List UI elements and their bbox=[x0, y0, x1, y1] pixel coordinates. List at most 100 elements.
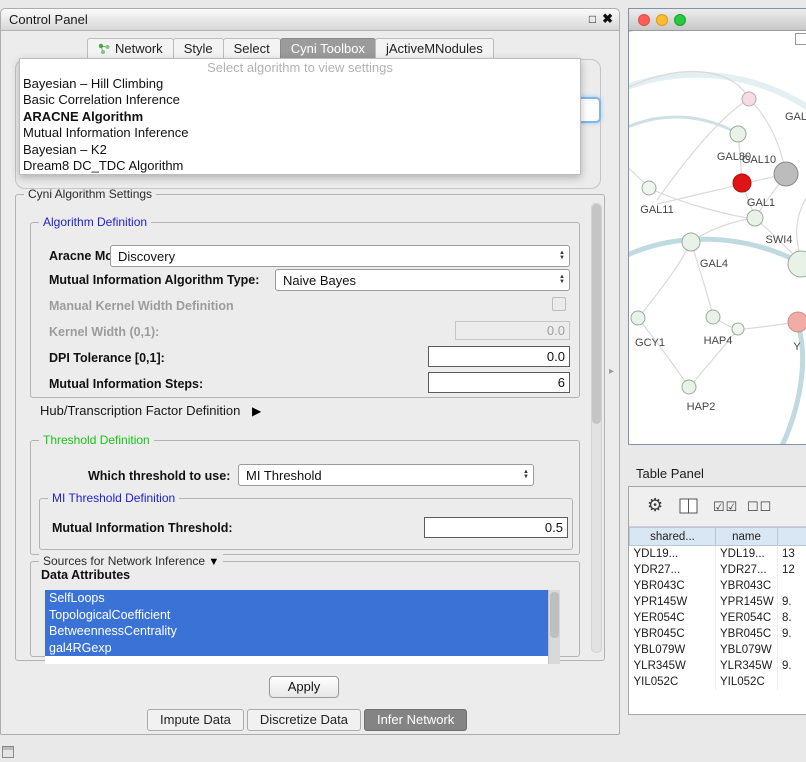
node-table[interactable]: shared...name YDL19...YDL19...13YDR27...… bbox=[629, 527, 806, 715]
algorithm-dropdown-popup[interactable]: Select algorithm to view settings Bayesi… bbox=[19, 58, 581, 175]
dpi-tolerance-label: DPI Tolerance [0,1]: bbox=[49, 351, 165, 365]
column-selector-icon[interactable] bbox=[679, 498, 699, 514]
minimized-panel-icon[interactable] bbox=[2, 746, 14, 758]
table-row[interactable]: YDR27...YDR27...12 bbox=[630, 562, 806, 578]
network-node[interactable] bbox=[788, 312, 806, 332]
control-panel-titlebar[interactable]: Control Panel □ ✖ bbox=[1, 9, 619, 31]
node-label: GCY1 bbox=[635, 337, 665, 349]
panel-splitter-handle[interactable]: ▸ bbox=[609, 366, 614, 377]
sources-title[interactable]: Sources for Network Inference ▼ bbox=[39, 554, 223, 568]
attributes-scrollbar[interactable] bbox=[548, 590, 560, 664]
table-row[interactable]: YBR045CYBR045C9. bbox=[630, 626, 806, 642]
network-node[interactable] bbox=[642, 181, 656, 195]
algorithm-option[interactable]: Basic Correlation Inference bbox=[20, 92, 580, 108]
network-window-titlebar[interactable] bbox=[629, 9, 806, 31]
network-icon bbox=[98, 43, 111, 55]
algorithm-option[interactable]: ARACNE Algorithm bbox=[20, 109, 580, 125]
select-all-icon[interactable]: ☑☑ bbox=[713, 499, 738, 515]
table-row[interactable]: YIL052CYIL052C bbox=[630, 674, 806, 690]
scrollbar-thumb[interactable] bbox=[592, 204, 601, 424]
table-row[interactable]: YDL19...YDL19...13 bbox=[630, 546, 806, 562]
kernel-width-field[interactable] bbox=[455, 321, 570, 340]
tab-label: Select bbox=[234, 41, 270, 56]
tab-style[interactable]: Style bbox=[173, 38, 224, 60]
table-row[interactable]: YBR043CYBR043C bbox=[630, 578, 806, 594]
column-header[interactable] bbox=[778, 528, 806, 546]
table-row[interactable]: YER054CYER054C8. bbox=[630, 610, 806, 626]
attribute-item[interactable]: BetweennessCentrality bbox=[45, 623, 548, 640]
network-node[interactable] bbox=[733, 174, 751, 192]
tab-impute-data[interactable]: Impute Data bbox=[147, 709, 244, 731]
close-icon[interactable]: ✖ bbox=[602, 11, 613, 27]
dropdown-placeholder: Select algorithm to view settings bbox=[20, 59, 580, 76]
network-node[interactable] bbox=[742, 92, 756, 106]
node-label: GAL1 bbox=[747, 197, 775, 209]
network-node[interactable] bbox=[747, 210, 763, 226]
manual-kernel-checkbox[interactable] bbox=[552, 297, 566, 311]
tab-infer-network[interactable]: Infer Network bbox=[364, 709, 467, 731]
network-node[interactable] bbox=[631, 311, 645, 325]
network-graph: GALGAL80GAL10GAL11GAL1SWI4GAL4GCY1HAP4YH… bbox=[629, 32, 806, 445]
sources-title-text: Sources for Network Inference bbox=[43, 554, 205, 568]
algorithm-definition-group: Algorithm Definition Aracne Mode: Discov… bbox=[30, 222, 580, 398]
network-node[interactable] bbox=[774, 162, 798, 186]
network-node[interactable] bbox=[730, 126, 746, 142]
dpi-tolerance-field[interactable] bbox=[428, 346, 570, 367]
cyni-bottom-tabs: Impute Data Discretize Data Infer Networ… bbox=[147, 709, 467, 731]
attribute-item[interactable]: gal4RGexp bbox=[45, 640, 548, 657]
attribute-item[interactable]: SelfLoops bbox=[45, 590, 548, 607]
algorithm-option[interactable]: Mutual Information Inference bbox=[20, 125, 580, 141]
table-row[interactable]: YBL079WYBL079W bbox=[630, 642, 806, 658]
attributes-list[interactable]: SelfLoopsTopologicalCoefficientBetweenne… bbox=[45, 590, 560, 664]
hub-factor-section-toggle[interactable]: Hub/Transcription Factor Definition ▶ bbox=[40, 403, 261, 418]
zoom-traffic-light[interactable] bbox=[674, 14, 686, 26]
tab-discretize-data[interactable]: Discretize Data bbox=[247, 709, 361, 731]
column-header[interactable]: name bbox=[716, 528, 778, 546]
node-label: SWI4 bbox=[766, 234, 793, 246]
network-node[interactable] bbox=[732, 323, 744, 335]
minimize-traffic-light[interactable] bbox=[656, 14, 668, 26]
settings-scrollbar[interactable] bbox=[591, 203, 602, 653]
algorithm-option[interactable]: Dream8 DC_TDC Algorithm bbox=[20, 158, 580, 174]
mi-steps-field[interactable] bbox=[428, 372, 570, 393]
algorithm-option-list: Bayesian – Hill ClimbingBasic Correlatio… bbox=[20, 76, 580, 174]
aracne-mode-select[interactable]: Discovery ▲▼ bbox=[110, 245, 570, 267]
mi-type-value: Naive Bayes bbox=[283, 273, 356, 288]
table-panel-window: ⚙ ☑☑ ☐☐ shared...name YDL19...YDL19...13… bbox=[628, 486, 806, 715]
expand-right-icon: ▶ bbox=[252, 404, 261, 418]
mi-threshold-title: MI Threshold Definition bbox=[48, 491, 179, 505]
table-row[interactable]: YPR145WYPR145W9. bbox=[630, 594, 806, 610]
network-node[interactable] bbox=[682, 380, 696, 394]
deselect-all-icon[interactable]: ☐☐ bbox=[747, 499, 772, 515]
tab-network[interactable]: Network bbox=[87, 38, 174, 60]
network-node[interactable] bbox=[706, 310, 720, 324]
tab-select[interactable]: Select bbox=[223, 38, 281, 60]
table-row[interactable]: YLR345WYLR345W9. bbox=[630, 658, 806, 674]
float-window-icon[interactable]: □ bbox=[589, 12, 596, 26]
settings-gear-icon[interactable]: ⚙ bbox=[647, 495, 663, 516]
network-node[interactable] bbox=[788, 251, 806, 277]
close-traffic-light[interactable] bbox=[638, 14, 650, 26]
which-threshold-label: Which threshold to use: bbox=[88, 469, 230, 483]
mi-type-select[interactable]: Naive Bayes ▲▼ bbox=[275, 269, 570, 291]
node-label: GAL bbox=[785, 111, 806, 123]
mi-type-label: Mutual Information Algorithm Type: bbox=[49, 273, 259, 287]
algorithm-option[interactable]: Bayesian – Hill Climbing bbox=[20, 76, 580, 92]
threshold-select[interactable]: MI Threshold ▲▼ bbox=[238, 464, 534, 486]
tab-label: Style bbox=[184, 41, 213, 56]
tab-cyni-toolbox[interactable]: Cyni Toolbox bbox=[280, 38, 376, 60]
mi-threshold-field[interactable] bbox=[424, 517, 568, 538]
scrollbar-corner-box[interactable] bbox=[795, 33, 806, 45]
tab-jactivemnodules[interactable]: jActiveMNodules bbox=[375, 38, 494, 60]
algorithm-option[interactable]: Bayesian – K2 bbox=[20, 142, 580, 158]
node-label: GAL11 bbox=[640, 204, 673, 216]
apply-button[interactable]: Apply bbox=[269, 676, 339, 698]
attribute-item[interactable]: TopologicalCoefficient bbox=[45, 607, 548, 624]
control-panel-window: Control Panel □ ✖ Network Style bbox=[0, 8, 620, 735]
network-node[interactable] bbox=[682, 233, 700, 251]
tab-label: Network bbox=[115, 41, 163, 56]
column-header[interactable]: shared... bbox=[630, 528, 716, 546]
network-node-labels: GALGAL80GAL10GAL11GAL1SWI4GAL4GCY1HAP4YH… bbox=[635, 111, 806, 413]
scrollbar-thumb[interactable] bbox=[550, 592, 559, 638]
network-canvas[interactable]: GALGAL80GAL10GAL11GAL1SWI4GAL4GCY1HAP4YH… bbox=[629, 32, 806, 445]
